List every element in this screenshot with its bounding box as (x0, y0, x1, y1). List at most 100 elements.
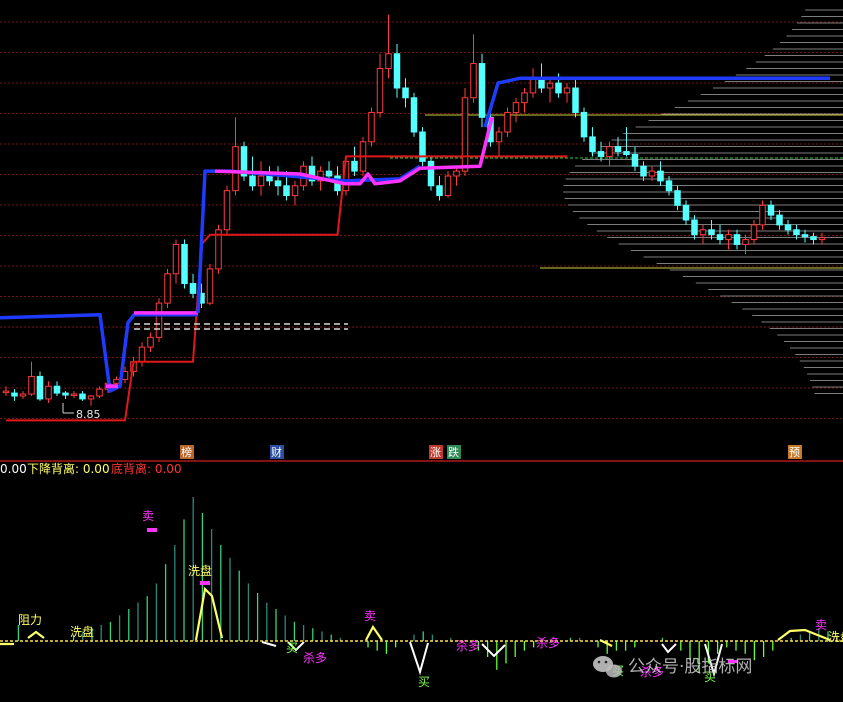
event-marker: 预 (788, 445, 802, 459)
candle-body (2, 390, 10, 394)
candle (521, 88, 528, 113)
signal-label: 杀多 (456, 638, 480, 653)
candle-body (461, 97, 469, 172)
candle (810, 232, 817, 245)
candle-body (70, 393, 78, 397)
candle-body (708, 229, 715, 236)
candle (385, 14, 392, 79)
candle (776, 210, 783, 230)
candle (716, 224, 724, 245)
candle (410, 92, 418, 137)
candle (657, 161, 664, 186)
trend-segment (483, 76, 830, 128)
candle-body (164, 273, 171, 304)
candle (631, 146, 639, 172)
candle (53, 381, 61, 396)
candle (708, 220, 715, 240)
candle (232, 117, 239, 196)
signal-label: 阻力 (18, 613, 42, 627)
watermark-text: 公众号·股指标网 (628, 657, 752, 677)
candle (495, 127, 503, 157)
candle-body (53, 385, 61, 394)
candle-body (257, 175, 265, 187)
candle-body (28, 375, 35, 395)
candle-body (223, 190, 231, 231)
signal-label: 卖 (815, 618, 827, 632)
candle-body (274, 180, 282, 187)
candle-body (181, 243, 188, 285)
candle-body (504, 111, 511, 133)
candle-body (623, 151, 630, 155)
candle-body (546, 82, 554, 89)
candle-body (793, 229, 800, 236)
candle-body (631, 153, 639, 167)
trend-low-marker (106, 384, 118, 389)
candle (240, 141, 248, 181)
candle-body (470, 63, 477, 99)
candle-body (606, 146, 613, 157)
indicator-legend: 0.00 下降背离: 0.00 底背离: 0.00 (0, 461, 182, 476)
candle-body (45, 385, 52, 400)
candle (444, 171, 452, 198)
candle-body (138, 346, 146, 363)
candle (19, 391, 27, 399)
event-marker-label: 涨 (430, 446, 441, 459)
signal-label: 卖 (142, 509, 154, 523)
signal-label: 买 (418, 675, 430, 689)
legend-value: 0.00 (0, 462, 27, 476)
candle-body (19, 393, 27, 397)
candle (640, 161, 647, 181)
candle-body (427, 160, 435, 187)
candle (36, 371, 44, 401)
candle-body (495, 131, 503, 143)
candle-body (810, 236, 817, 241)
candle-body (742, 239, 749, 245)
candle-body (716, 234, 724, 241)
candle (376, 53, 384, 118)
candle (147, 332, 154, 352)
candle (784, 220, 792, 235)
candle-body (189, 283, 197, 294)
candle-body (665, 180, 673, 192)
candle (546, 78, 554, 103)
candle-body (478, 63, 486, 118)
candle (529, 68, 537, 98)
candle-body (36, 375, 44, 400)
candle (478, 53, 486, 128)
event-marker-strip: 榜 财 涨跌 预 (180, 445, 802, 459)
candle-body (87, 395, 95, 400)
candle (453, 166, 460, 186)
candle-body (521, 92, 528, 104)
candle-body (393, 53, 401, 89)
volume-profile (563, 9, 843, 394)
wechat-icon (593, 656, 622, 678)
candle (181, 239, 188, 289)
candle (87, 395, 95, 406)
candle (45, 381, 52, 403)
candle (62, 391, 69, 399)
trend-segment (196, 164, 421, 313)
candle (682, 200, 690, 225)
candle-body (436, 185, 443, 197)
candle (164, 268, 171, 308)
event-marker-label: 预 (789, 446, 800, 459)
candle-body (351, 160, 358, 172)
candle-body (572, 87, 579, 113)
candle (504, 107, 511, 137)
signal-label: 洗盘 (828, 629, 843, 644)
candle-body (759, 204, 766, 226)
price-panel: 8.85 (0, 9, 843, 422)
indicator-signal-line (0, 586, 831, 647)
candle (470, 34, 477, 103)
candle (257, 161, 265, 196)
signal-label: 洗盘 (70, 624, 94, 639)
candle-body (597, 151, 605, 157)
candle-body (555, 82, 562, 94)
candle (11, 389, 18, 401)
candle-body (453, 170, 460, 177)
candle-body (750, 224, 758, 241)
candle (733, 229, 741, 250)
event-marker-label: 跌 (448, 445, 459, 459)
sell-marker-bar (147, 528, 157, 532)
candle-body (147, 336, 154, 348)
